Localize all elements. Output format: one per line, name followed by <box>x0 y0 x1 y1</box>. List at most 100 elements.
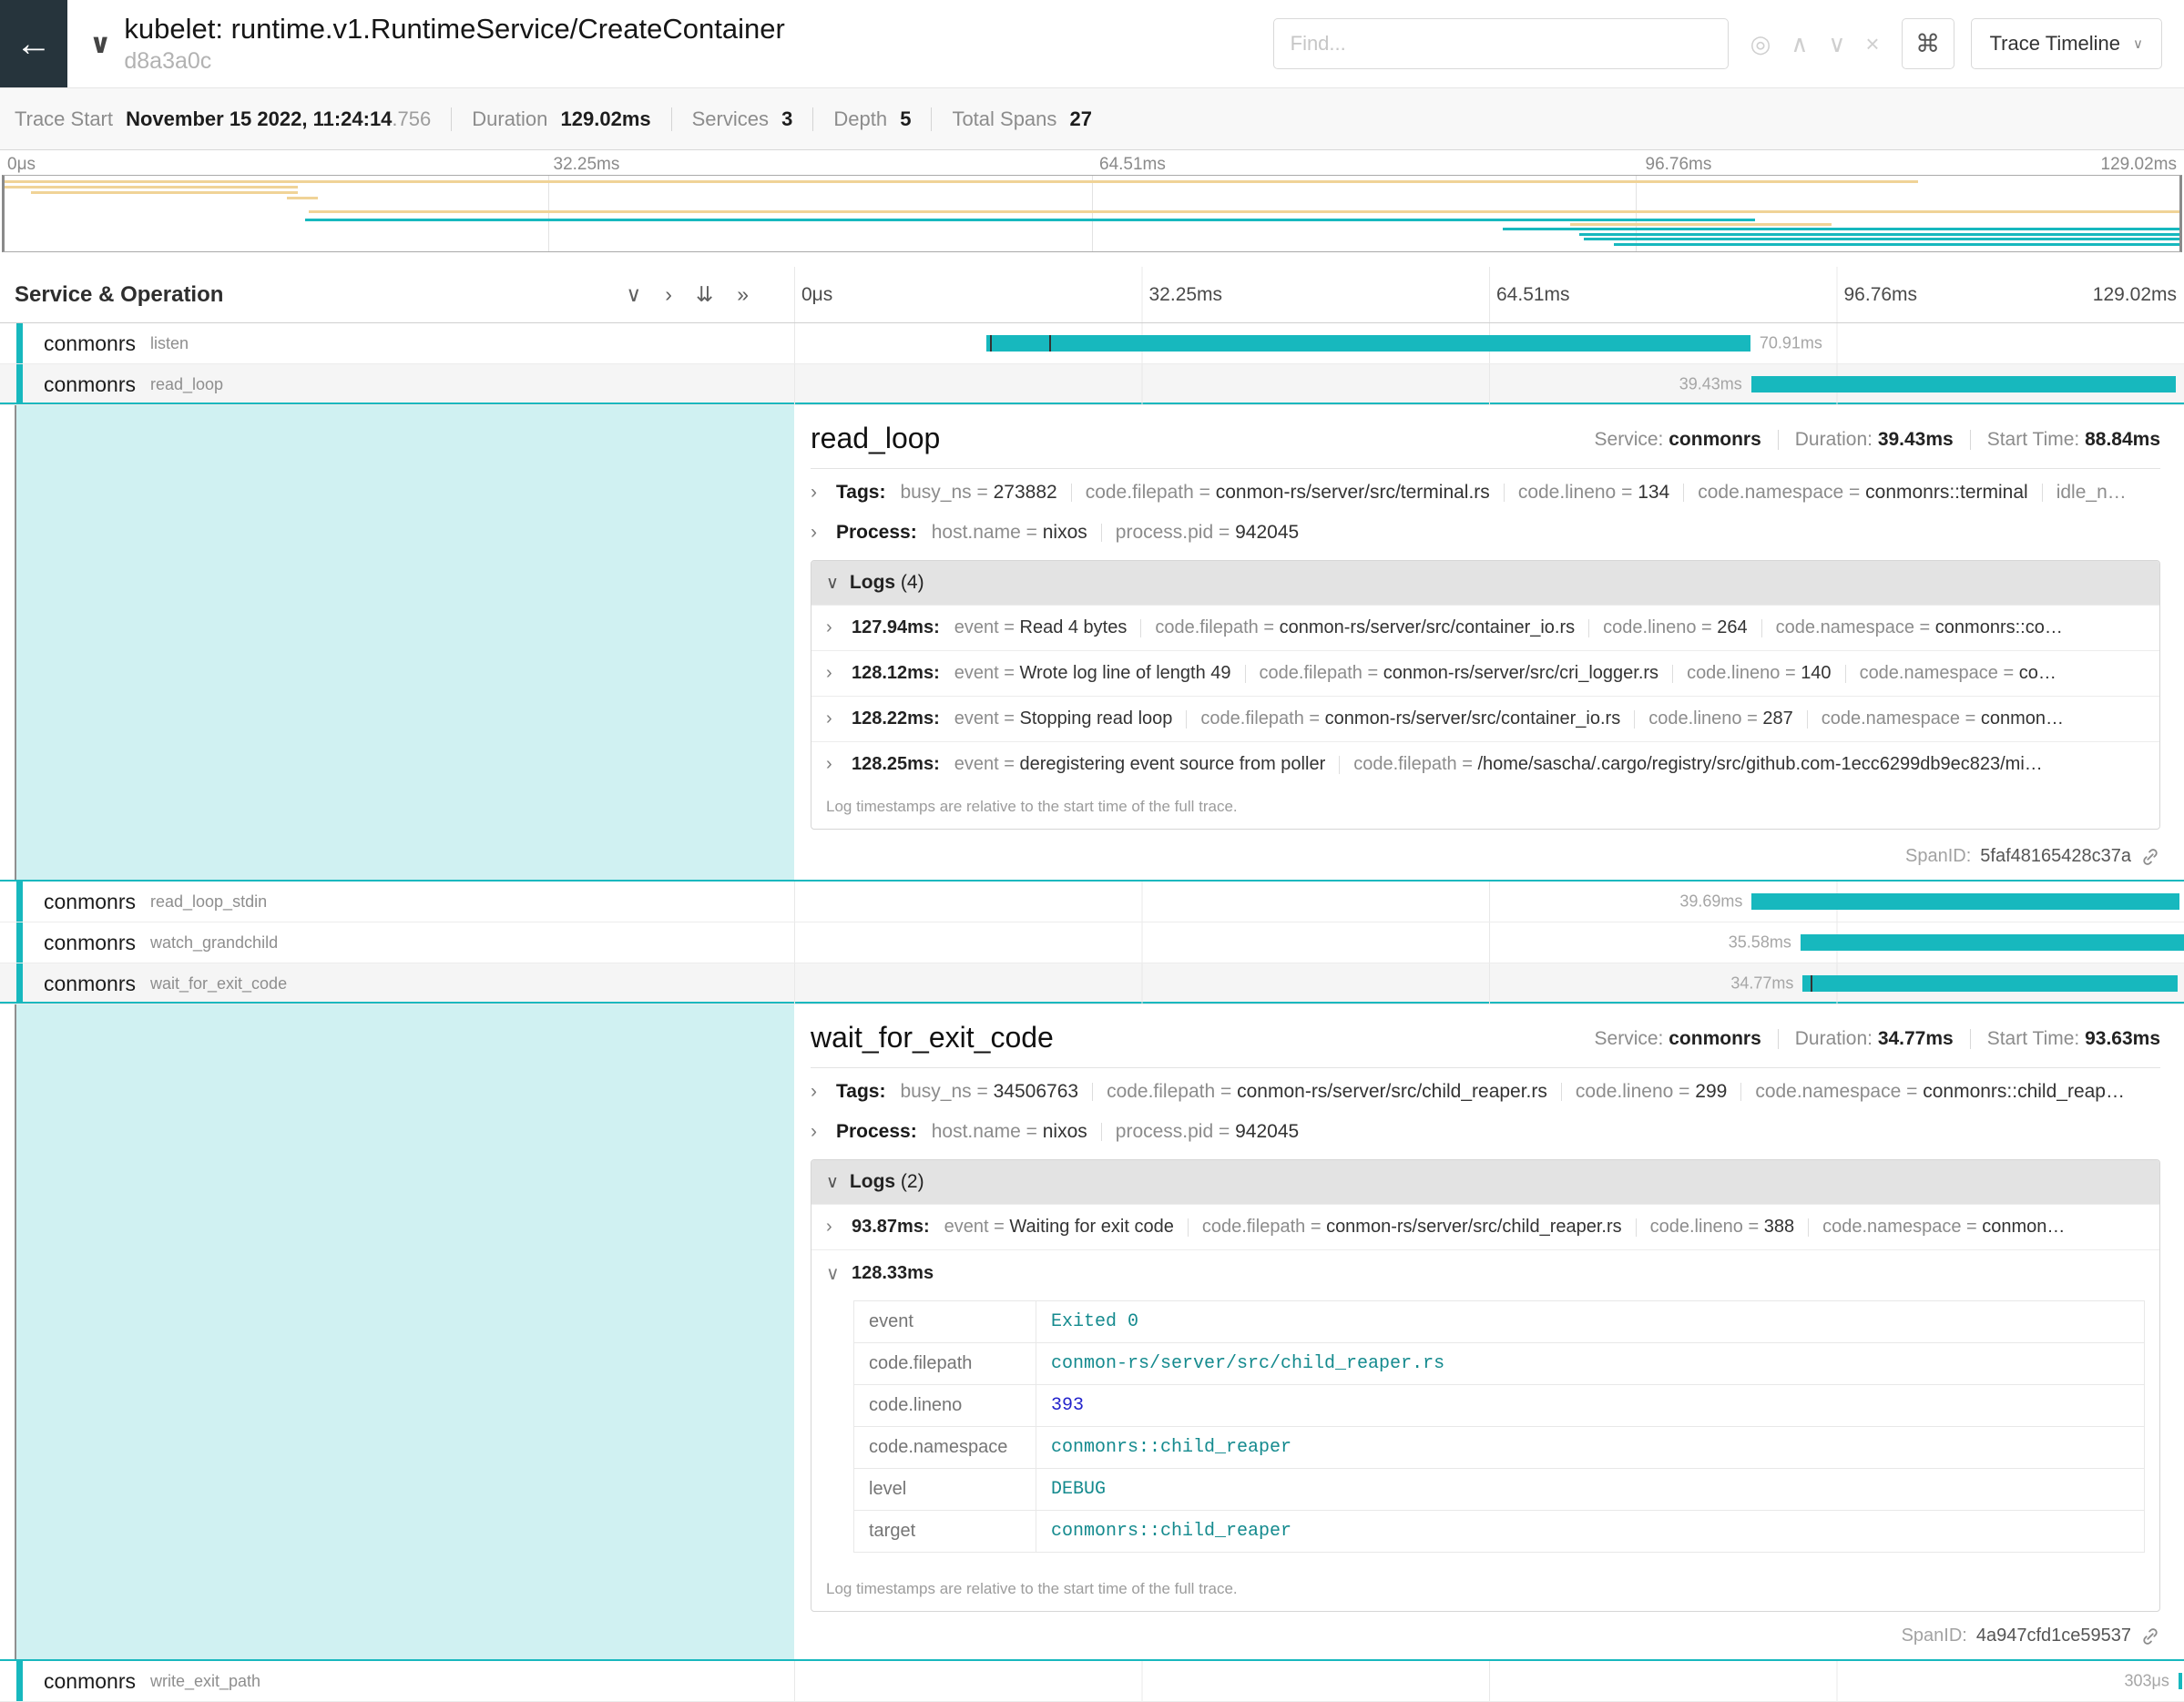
span-name-column[interactable]: conmonrs write_exit_path <box>0 1661 794 1701</box>
trace-view-selector-label: Trace Timeline <box>1990 32 2120 56</box>
tags-section[interactable]: › Tags:busy_ns = 273882code.filepath = c… <box>811 473 2160 513</box>
span-duration-label: 303μs <box>2116 1672 2179 1691</box>
span-name-column[interactable]: conmonrs watch_grandchild <box>0 922 794 963</box>
chevron-down-icon: ∨ <box>2133 36 2143 52</box>
field-divider <box>1101 524 1102 542</box>
span-timeline-cell[interactable]: 303μs <box>794 1661 2184 1701</box>
span-row[interactable]: conmonrs read_loop 39.43ms <box>0 364 2184 405</box>
span-timeline-cell[interactable]: 34.77ms <box>794 963 2184 1004</box>
span-row[interactable]: conmonrs watch_grandchild 35.58ms <box>0 922 2184 963</box>
summary-divider <box>671 107 672 131</box>
span-name-column[interactable]: conmonrs read_loop_stdin <box>0 882 794 922</box>
span-bar[interactable] <box>1801 934 2184 951</box>
span-name-column[interactable]: conmonrs listen <box>0 323 794 363</box>
span-timeline-cell[interactable]: 39.43ms <box>794 364 2184 404</box>
field-divider <box>1504 484 1505 502</box>
span-row[interactable]: conmonrs wait_for_exit_code 34.77ms <box>0 963 2184 1004</box>
chevron-right-icon: › <box>811 1081 825 1103</box>
span-bar[interactable] <box>2179 1673 2183 1689</box>
tag-field: host.name = nixos <box>932 1121 1087 1143</box>
prev-result-icon[interactable]: ∧ <box>1791 30 1808 58</box>
log-timestamp: 127.94ms: <box>852 617 940 638</box>
find-input[interactable] <box>1273 18 1729 69</box>
time-tick-label: 32.25ms <box>1149 284 1223 306</box>
log-entry-header[interactable]: ∨ 128.33ms <box>811 1249 2159 1297</box>
span-bar[interactable] <box>1751 893 2179 910</box>
process-section[interactable]: › Process:host.name = nixosprocess.pid =… <box>811 513 2160 553</box>
tags-section[interactable]: › Tags:busy_ns = 34506763code.filepath =… <box>811 1072 2160 1112</box>
back-button[interactable]: ← <box>0 0 67 87</box>
span-timeline-cell[interactable]: 35.58ms <box>794 922 2184 963</box>
focus-match-icon[interactable]: ◎ <box>1750 30 1771 58</box>
field-divider <box>1683 484 1684 502</box>
tag-field: code.namespace = conmonrs::child_reap… <box>1755 1081 2125 1103</box>
collapse-all-icon[interactable]: ⇊ <box>696 282 713 307</box>
copy-link-icon[interactable] <box>2140 1626 2160 1646</box>
minimap-gridline <box>1092 176 1093 251</box>
span-id-row: SpanID: 5faf48165428c37a <box>1905 846 2160 867</box>
expand-one-icon[interactable]: › <box>665 282 672 307</box>
chevron-right-icon: › <box>826 754 841 775</box>
tag-field: code.namespace = conmon… <box>1822 708 2064 729</box>
collapse-one-icon[interactable]: ∨ <box>626 282 641 307</box>
log-entry[interactable]: › 128.25ms:event = deregistering event s… <box>811 741 2159 787</box>
span-bar[interactable] <box>1802 975 2177 992</box>
time-tick-label: 129.02ms <box>2093 284 2177 306</box>
trace-view-selector[interactable]: Trace Timeline ∨ <box>1971 18 2162 69</box>
tag-field: host.name = nixos <box>932 522 1087 544</box>
minimap-span-line <box>309 210 2179 213</box>
keyboard-shortcuts-button[interactable]: ⌘ <box>1902 18 1954 69</box>
log-entry[interactable]: › 128.12ms:event = Wrote log line of len… <box>811 650 2159 696</box>
logs-header[interactable]: ∨ Logs (2) <box>811 1160 2159 1204</box>
minimap-span-line <box>5 180 1918 183</box>
timeline-table-header: Service & Operation ∨ › ⇊ » 0μs 32.25ms 64.51… <box>0 267 2184 323</box>
span-row[interactable]: conmonrs read_loop_stdin 39.69ms <box>0 882 2184 922</box>
field-divider <box>1636 1218 1637 1237</box>
log-entry[interactable]: › 128.22ms:event = Stopping read loopcod… <box>811 696 2159 741</box>
next-result-icon[interactable]: ∨ <box>1828 30 1845 58</box>
log-timestamp: 128.25ms: <box>852 754 940 775</box>
operation-name: read_loop_stdin <box>150 892 267 912</box>
span-name-column[interactable]: conmonrs wait_for_exit_code <box>0 963 794 1004</box>
trace-minimap[interactable]: 0μs32.25ms64.51ms96.76ms129.02ms <box>0 150 2184 252</box>
time-tick-label: 96.76ms <box>1646 155 1712 175</box>
copy-link-icon[interactable] <box>2140 847 2160 867</box>
span-timeline-cell[interactable]: 70.91ms <box>794 323 2184 363</box>
log-timestamp: 128.22ms: <box>852 708 940 729</box>
minimap-canvas[interactable] <box>2 175 2182 252</box>
span-rows: conmonrs listen 70.91ms conmonrs read_lo… <box>0 323 2184 1702</box>
field-key: target <box>854 1511 1036 1553</box>
detail-left-column <box>0 1004 794 1659</box>
service-name: conmonrs <box>44 331 136 356</box>
span-row[interactable]: conmonrs write_exit_path 303μs <box>0 1661 2184 1702</box>
log-entry[interactable]: › 127.94ms:event = Read 4 bytescode.file… <box>811 605 2159 650</box>
header-collapse-chevron-icon[interactable]: ∨ <box>89 28 111 60</box>
meta-divider <box>1970 1029 1971 1049</box>
field-divider <box>1672 665 1673 683</box>
span-bar[interactable] <box>1751 376 2176 392</box>
span-duration-label: 35.58ms <box>1720 933 1801 953</box>
logs-section: ∨ Logs (4) › 127.94ms:event = Read 4 byt… <box>811 560 2160 830</box>
expand-all-icon[interactable]: » <box>737 282 749 307</box>
time-tick-label: 64.51ms <box>1496 284 1570 306</box>
field-key: code.namespace <box>854 1427 1036 1469</box>
span-name-column[interactable]: conmonrs read_loop <box>0 364 794 404</box>
span-bar[interactable] <box>986 335 1750 352</box>
chevron-right-icon: › <box>811 482 825 504</box>
service-operation-header: Service & Operation <box>15 282 223 308</box>
service-color-bar <box>16 323 23 363</box>
tag-field: code.filepath = conmon-rs/server/src/con… <box>1200 708 1620 729</box>
log-entry[interactable]: › 93.87ms:event = Waiting for exit codec… <box>811 1204 2159 1249</box>
span-timeline-cell[interactable]: 39.69ms <box>794 882 2184 922</box>
service-color-bar <box>16 1661 23 1701</box>
span-id-value: 4a947cfd1ce59537 <box>1976 1626 2131 1646</box>
process-section[interactable]: › Process:host.name = nixosprocess.pid =… <box>811 1112 2160 1152</box>
tag-field: code.filepath = conmon-rs/server/src/ter… <box>1086 482 1490 504</box>
time-tick-label: 0μs <box>801 284 832 306</box>
clear-find-icon[interactable]: × <box>1865 30 1879 58</box>
logs-header[interactable]: ∨ Logs (4) <box>811 561 2159 605</box>
field-value: conmon-rs/server/src/child_reaper.rs <box>1036 1343 2145 1385</box>
span-row[interactable]: conmonrs listen 70.91ms <box>0 323 2184 364</box>
chevron-right-icon: › <box>811 522 825 544</box>
log-entry-expanded: ∨ 128.33ms event Exited 0 code.filepath … <box>811 1249 2159 1553</box>
